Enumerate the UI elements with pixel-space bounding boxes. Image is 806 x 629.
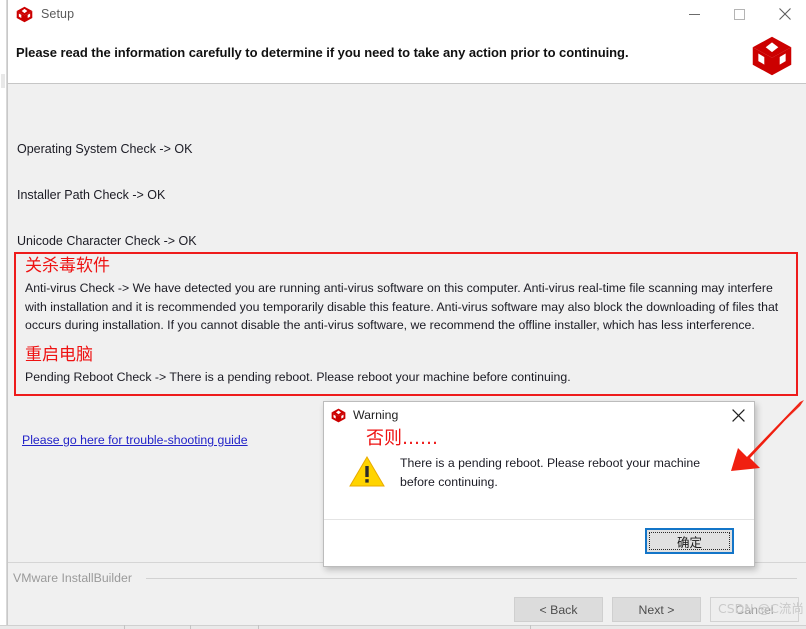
confirm-ok-button[interactable]: 确定 [645,528,734,554]
desktop-background-sliver [0,0,7,629]
warning-triangle-icon [349,456,385,487]
page-title: Please read the information carefully to… [16,45,629,60]
check-line-unicode: Unicode Character Check -> OK [17,234,197,248]
setup-window-title: Setup [41,7,75,21]
warning-dialog: Warning 否则…… There is a pending reboot. … [323,401,755,567]
window-controls [672,0,806,28]
warning-dialog-message: There is a pending reboot. Please reboot… [400,456,701,489]
check-line-os: Operating System Check -> OK [17,142,193,156]
next-button[interactable]: Next > [612,597,701,622]
annotation-red-box: 关杀毒软件 Anti-virus Check -> We have detect… [14,252,798,396]
installbuilder-cube-logo [752,36,792,76]
annotation-reboot-note: 重启电脑 [25,345,93,365]
maximize-icon[interactable] [717,0,762,28]
csdn-watermark: CSDN @C流尚 [718,601,804,616]
annotation-dialog-note: 否则…… [366,428,438,449]
installbuilder-cube-icon [331,408,346,422]
warning-dialog-title: Warning [353,408,399,422]
confirm-ok-button-label: 确定 [649,532,730,550]
installbuilder-cube-icon [16,6,33,22]
warning-dialog-separator [324,519,754,520]
setup-titlebar: Setup [8,0,806,28]
trouble-shooting-link[interactable]: Please go here for trouble-shooting guid… [22,433,248,447]
check-line-installer-path: Installer Path Check -> OK [17,188,166,202]
screen: Setup Please read the information carefu… [0,0,806,629]
close-icon[interactable] [762,0,806,28]
footer-brand-label: VMware InstallBuilder [13,571,132,585]
footer-divider [146,578,797,579]
antivirus-check-text: Anti-virus Check -> We have detected you… [25,281,779,333]
taskbar-sliver [0,625,806,629]
setup-header-band: Please read the information carefully to… [8,28,806,84]
back-button[interactable]: < Back [514,597,603,622]
close-icon[interactable] [726,404,750,426]
annotation-antivirus-note: 关杀毒软件 [25,256,110,276]
background-window-edge [1,74,5,88]
setup-footer: VMware InstallBuilder < Back Next > Canc… [8,563,806,629]
minimize-icon[interactable] [672,0,717,28]
pending-reboot-check-text: Pending Reboot Check -> There is a pendi… [25,370,571,384]
